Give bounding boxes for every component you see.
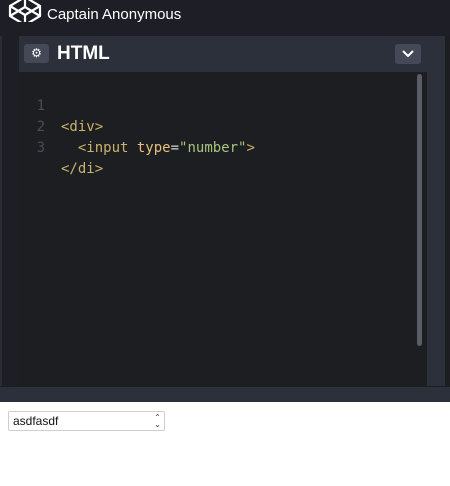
codepen-page: Captain Anonymous ⚙ HTML 1 <div> 2 <inpu…: [0, 0, 450, 486]
code-line[interactable]: 3 </di>: [19, 117, 409, 177]
preview-resizer[interactable]: [0, 386, 450, 403]
spinner-down-icon[interactable]: ⌄: [154, 420, 161, 429]
code-text: </di>: [61, 161, 104, 177]
editor-header: ⚙ HTML: [19, 36, 427, 72]
line-number: 3: [36, 140, 45, 156]
chevron-down-icon: [402, 50, 414, 57]
number-input-value: asdfasdf: [13, 414, 59, 428]
code-line[interactable]: 2 <input type="number">: [19, 96, 409, 156]
left-edge: [0, 36, 19, 386]
preview-pane: asdfasdf ⌃ ⌄: [0, 402, 450, 486]
author-name[interactable]: Captain Anonymous: [47, 6, 181, 24]
editor-scrollbar-thumb[interactable]: [417, 74, 422, 346]
number-input[interactable]: asdfasdf ⌃ ⌄: [8, 411, 165, 431]
code-editor[interactable]: 1 <div> 2 <input type="number"> 3 </di>: [19, 72, 427, 386]
code-text: <input type="number">: [77, 140, 255, 156]
number-spinner[interactable]: ⌃ ⌄: [153, 414, 162, 429]
editor-settings-button[interactable]: ⚙: [24, 44, 49, 63]
editor-title: HTML: [57, 43, 110, 64]
adjacent-editor-body: [445, 36, 450, 386]
top-bar: Captain Anonymous: [0, 0, 450, 36]
codepen-logo-icon[interactable]: [8, 0, 42, 22]
left-edge-divider: [0, 36, 2, 386]
code-line[interactable]: 1 <div>: [19, 75, 409, 135]
gear-icon: ⚙: [31, 46, 42, 60]
editor-collapse-button[interactable]: [395, 44, 421, 64]
